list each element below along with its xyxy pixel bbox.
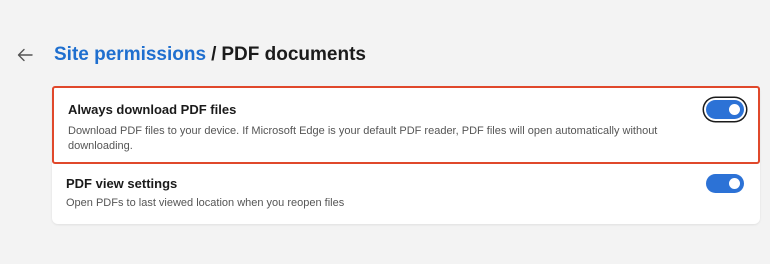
page-title: Site permissions / PDF documents — [54, 44, 366, 66]
toggle-knob — [729, 104, 740, 115]
breadcrumb-current: PDF documents — [221, 44, 366, 65]
page-header: Site permissions / PDF documents — [14, 40, 366, 70]
setting-row-always-download: Always download PDF files Download PDF f… — [52, 86, 760, 164]
arrow-left-icon[interactable] — [14, 44, 36, 66]
setting-title: PDF view settings — [66, 176, 178, 191]
breadcrumb-site-permissions[interactable]: Site permissions — [54, 44, 206, 65]
setting-title: Always download PDF files — [68, 102, 237, 117]
setting-description: Download PDF files to your device. If Mi… — [68, 125, 658, 152]
toggle-knob — [729, 178, 740, 189]
breadcrumb-separator: / — [211, 44, 217, 65]
pdf-view-settings-toggle[interactable] — [706, 174, 744, 193]
setting-row-pdf-view: PDF view settings Open PDFs to last view… — [52, 168, 760, 224]
setting-description: Open PDFs to last viewed location when y… — [66, 197, 345, 209]
settings-card: Always download PDF files Download PDF f… — [52, 86, 760, 224]
always-download-toggle[interactable] — [706, 100, 744, 119]
